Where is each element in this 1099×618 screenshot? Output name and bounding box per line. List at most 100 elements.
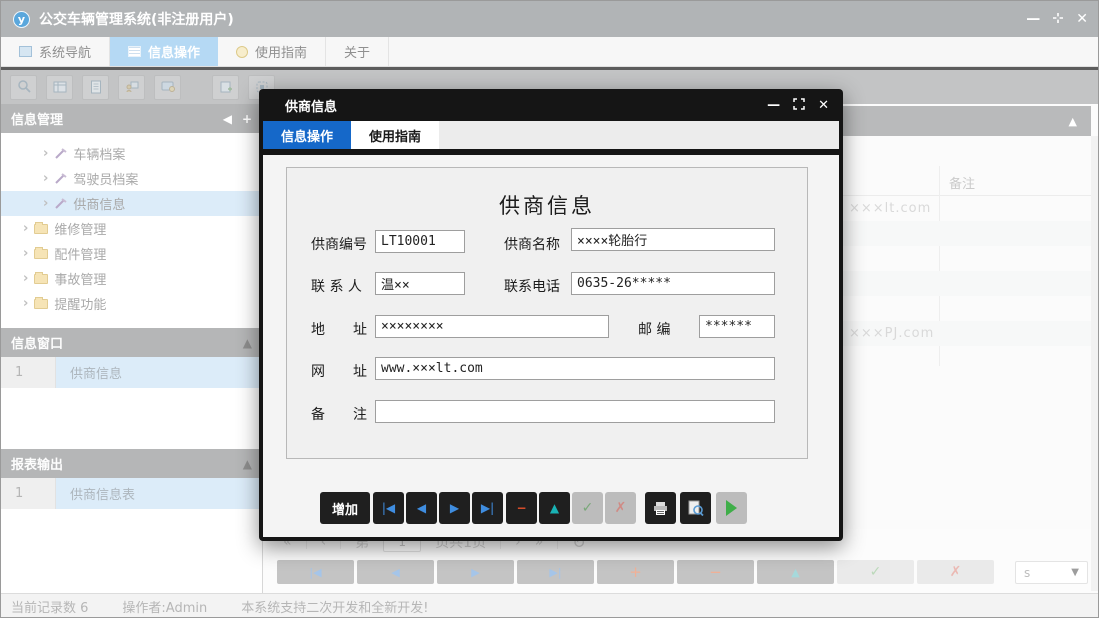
report-output-row[interactable]: 1 供商信息表 bbox=[1, 478, 262, 509]
tree-label: 驾驶员档案 bbox=[73, 173, 139, 188]
chevron-right-icon: › bbox=[23, 271, 29, 286]
panel-header-info-mgmt[interactable]: 信息管理 ◀ + bbox=[1, 104, 262, 133]
chevron-right-icon: › bbox=[43, 171, 49, 186]
dialog-tab-user-guide[interactable]: 使用指南 bbox=[351, 121, 439, 149]
tree-label: 提醒功能 bbox=[54, 298, 107, 313]
tab-user-guide[interactable]: 使用指南 bbox=[218, 37, 327, 66]
info-window-row[interactable]: 1 供商信息 bbox=[1, 357, 262, 388]
dialog-tabbar: 信息操作 使用指南 bbox=[263, 121, 839, 149]
user-pc-icon[interactable] bbox=[118, 74, 145, 100]
tree-label: 事故管理 bbox=[54, 273, 107, 288]
next-record-button[interactable]: ▶ bbox=[437, 560, 514, 584]
collapse-icon[interactable]: ▲ bbox=[243, 336, 252, 350]
site-field[interactable] bbox=[375, 357, 775, 380]
first-record-button[interactable]: |◀ bbox=[277, 560, 354, 584]
add-button[interactable]: 增加 bbox=[320, 492, 370, 524]
status-bar: 当前记录数 6 操作者:Admin 本系统支持二次开发和全新开发! bbox=[1, 593, 1098, 617]
dialog-tab-info-ops[interactable]: 信息操作 bbox=[263, 121, 351, 149]
edit-record-button[interactable]: ▲ bbox=[539, 492, 570, 524]
close-icon[interactable]: ✕ bbox=[1076, 12, 1088, 26]
window-titlebar: y 公交车辆管理系统(非注册用户) — ✕ bbox=[1, 1, 1098, 37]
remark-field[interactable] bbox=[375, 400, 775, 423]
system-note-label: 本系统支持二次开发和全新开发! bbox=[241, 601, 429, 616]
confirm-button[interactable]: ✓ bbox=[572, 492, 603, 524]
add-record-button[interactable]: + bbox=[597, 560, 674, 584]
tree-item-repair-mgmt[interactable]: › 维修管理 bbox=[1, 216, 262, 241]
zip-field[interactable] bbox=[699, 315, 775, 338]
tree-item-driver-archive[interactable]: › 驾驶员档案 bbox=[1, 166, 262, 191]
tree-item-reminder[interactable]: › 提醒功能 bbox=[1, 291, 262, 316]
cancel-button[interactable]: ✗ bbox=[917, 560, 994, 584]
document-icon[interactable] bbox=[82, 74, 109, 100]
tree-item-accident-mgmt[interactable]: › 事故管理 bbox=[1, 266, 262, 291]
cancel-button[interactable]: ✗ bbox=[605, 492, 636, 524]
dialog-body: 供商信息 供商编号 供商名称 联 系 人 联系电话 地 址 邮 编 网 址 备 … bbox=[263, 155, 839, 537]
grid-icon bbox=[128, 46, 142, 57]
supplier-info-dialog: 供商信息 — ✕ 信息操作 使用指南 供商信息 供商编号 供商名称 联 系 人 bbox=[259, 89, 843, 541]
tree-item-parts-mgmt[interactable]: › 配件管理 bbox=[1, 241, 262, 266]
name-field[interactable] bbox=[571, 228, 775, 251]
last-record-button[interactable]: ▶| bbox=[517, 560, 594, 584]
confirm-button[interactable]: ✓ bbox=[837, 560, 914, 584]
preview-button[interactable] bbox=[680, 492, 711, 524]
type-select[interactable]: s ▼ bbox=[1015, 561, 1088, 584]
first-record-button[interactable]: |◀ bbox=[373, 492, 404, 524]
contact-field[interactable] bbox=[375, 272, 465, 295]
edit-record-button[interactable]: ▲ bbox=[757, 560, 834, 584]
export-icon[interactable] bbox=[212, 74, 239, 100]
add-panel-icon[interactable]: + bbox=[242, 112, 252, 126]
supplier-form: 供商信息 供商编号 供商名称 联 系 人 联系电话 地 址 邮 编 网 址 备 … bbox=[286, 167, 808, 459]
minimize-icon[interactable]: — bbox=[1026, 12, 1040, 26]
table-icon[interactable] bbox=[46, 74, 73, 100]
type-select-value: s bbox=[1024, 565, 1031, 580]
restore-icon[interactable] bbox=[1052, 12, 1064, 27]
tab-about[interactable]: 关于 bbox=[326, 37, 390, 66]
tree-item-supplier-info[interactable]: › 供商信息 bbox=[1, 191, 262, 216]
tab-info-ops[interactable]: 信息操作 bbox=[110, 37, 219, 66]
spacer bbox=[1, 388, 262, 449]
form-title: 供商信息 bbox=[499, 194, 595, 218]
chevron-right-icon: › bbox=[43, 196, 49, 211]
tool-icon bbox=[55, 147, 67, 159]
tree-item-vehicle-archive[interactable]: › 车辆档案 bbox=[1, 141, 262, 166]
address-field[interactable] bbox=[375, 315, 609, 338]
tab-label: 系统导航 bbox=[39, 46, 92, 61]
last-record-button[interactable]: ▶| bbox=[472, 492, 503, 524]
dialog-close-icon[interactable]: ✕ bbox=[818, 99, 829, 112]
nav-tree: › 车辆档案 › 驾驶员档案 › 供商信息 › 维修管理 › 配件管理 › 事故… bbox=[1, 133, 262, 328]
prev-record-button[interactable]: ◀ bbox=[406, 492, 437, 524]
panel-title: 信息窗口 bbox=[11, 337, 64, 352]
panel-header-report-output[interactable]: 报表输出 ▲ bbox=[1, 449, 262, 478]
delete-record-button[interactable]: − bbox=[506, 492, 537, 524]
address-label: 地 址 bbox=[311, 322, 367, 338]
dialog-maximize-icon[interactable] bbox=[793, 97, 805, 113]
code-field[interactable] bbox=[375, 230, 465, 253]
vertical-scrollbar[interactable] bbox=[1091, 136, 1098, 591]
code-label: 供商编号 bbox=[311, 237, 367, 253]
delete-record-button[interactable]: − bbox=[677, 560, 754, 584]
collapse-icon[interactable]: ▲ bbox=[1069, 115, 1077, 128]
tab-system-nav[interactable]: 系统导航 bbox=[1, 37, 111, 66]
run-button[interactable] bbox=[716, 492, 747, 524]
cell-website: ×××lt.com bbox=[849, 201, 932, 216]
app-logo-icon: y bbox=[13, 10, 30, 28]
row-number: 1 bbox=[1, 357, 56, 388]
row-label: 供商信息 bbox=[56, 357, 262, 388]
row-number: 1 bbox=[1, 478, 56, 509]
tab-label: 使用指南 bbox=[255, 46, 308, 61]
chevron-right-icon: › bbox=[23, 296, 29, 311]
cell-website: ×××PJ.com bbox=[849, 326, 935, 341]
phone-field[interactable] bbox=[571, 272, 775, 295]
tab-label: 关于 bbox=[344, 46, 371, 61]
remark-label: 备 注 bbox=[311, 407, 367, 423]
search-icon[interactable] bbox=[10, 74, 37, 100]
monitor-icon[interactable] bbox=[154, 74, 181, 100]
prev-record-button[interactable]: ◀ bbox=[357, 560, 434, 584]
collapse-icon[interactable]: ▲ bbox=[243, 457, 252, 471]
folder-icon bbox=[34, 296, 49, 309]
print-button[interactable] bbox=[645, 492, 676, 524]
dialog-minimize-icon[interactable]: — bbox=[767, 99, 780, 112]
collapse-left-icon[interactable]: ◀ bbox=[223, 112, 232, 126]
panel-header-info-window[interactable]: 信息窗口 ▲ bbox=[1, 328, 262, 357]
next-record-button[interactable]: ▶ bbox=[439, 492, 470, 524]
